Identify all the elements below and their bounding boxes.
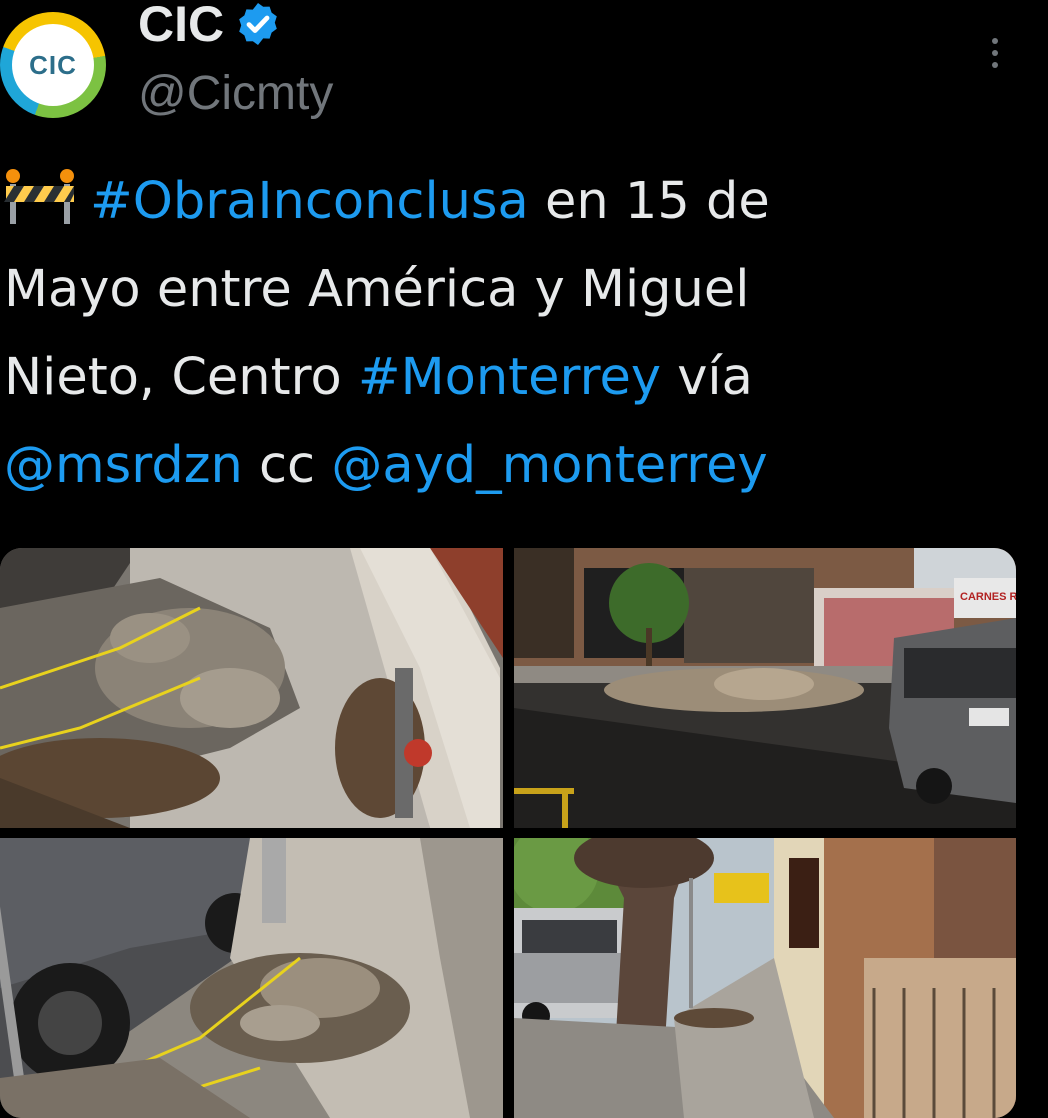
construction-barrier-emoji	[4, 169, 74, 224]
avatar[interactable]: CIC	[0, 12, 106, 118]
account-handle[interactable]: @Cicmty	[138, 66, 333, 121]
mention-ayd-monterrey[interactable]: @ayd_monterrey	[331, 436, 767, 495]
tweet-text-segment: Nieto, Centro	[4, 348, 358, 407]
carnes-ramos-sign-text: CARNES RAMOS	[960, 591, 1016, 603]
tweet-text-segment: en 15 de	[528, 172, 770, 231]
tweet-line-3: Nieto, Centro #Monterrey vía	[4, 334, 1044, 422]
tweet-line-1: #ObraInconclusa en 15 de	[4, 158, 1044, 246]
mention-msrdzn[interactable]: @msrdzn	[4, 436, 243, 495]
tweet-text-segment: vía	[661, 348, 753, 407]
more-vertical-icon[interactable]	[984, 38, 1006, 74]
sidewalk-rubble-car-photo[interactable]	[0, 838, 503, 1118]
verified-badge-icon	[239, 3, 277, 45]
hashtag-obra-inconclusa[interactable]: #ObraInconclusa	[90, 172, 529, 231]
tweet-text-segment: cc	[242, 436, 332, 495]
hashtag-monterrey[interactable]: #Monterrey	[358, 348, 661, 407]
sidewalk-rubble-photo[interactable]	[0, 548, 503, 828]
tweet-text: #ObraInconclusa en 15 de Mayo entre Amér…	[4, 158, 1044, 510]
account-name[interactable]: CIC	[138, 0, 224, 53]
media-grid: CARNES RAMOS	[0, 548, 1016, 1118]
tweet-line-4: @msrdzn cc @ayd_monterrey	[4, 422, 1044, 510]
tweet-line-2: Mayo entre América y Miguel	[4, 260, 750, 319]
avatar-logo: CIC	[12, 24, 94, 106]
tree-sidewalk-photo[interactable]	[514, 838, 1016, 1118]
avatar-logo-text: CIC	[29, 49, 77, 80]
street-dirt-pile-photo[interactable]: CARNES RAMOS	[514, 548, 1016, 828]
account-name-row: CIC	[138, 0, 282, 54]
